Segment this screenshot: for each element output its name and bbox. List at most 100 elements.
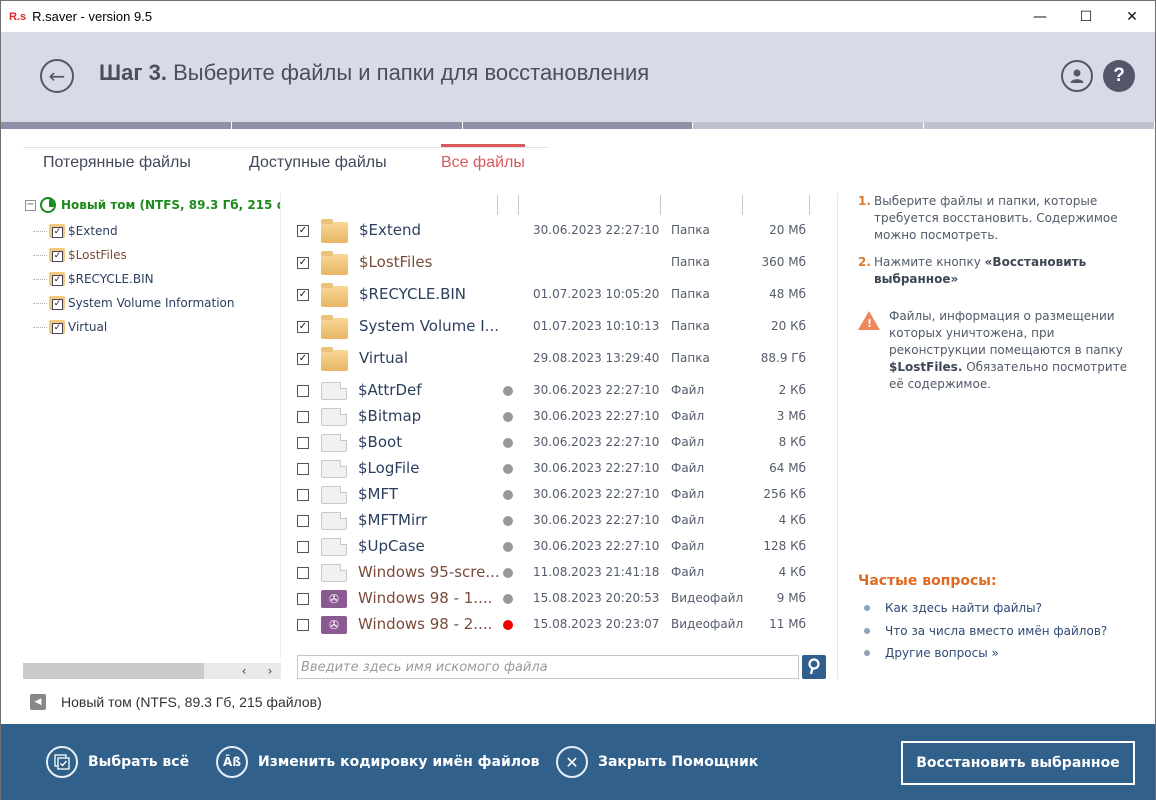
file-type: Папка	[671, 223, 710, 237]
file-size: 8 Кб	[778, 435, 806, 449]
file-checkbox[interactable]: ✓	[297, 225, 309, 237]
file-name[interactable]: $LogFile	[358, 459, 419, 477]
file-name[interactable]: $RECYCLE.BIN	[359, 285, 466, 303]
checkbox[interactable]: ✓	[52, 227, 63, 238]
file-name[interactable]: $MFTMirr	[358, 511, 427, 529]
tree-root-volume[interactable]: − Новый том (NTFS, 89.3 Гб, 215 файлов)	[25, 197, 280, 213]
file-checkbox[interactable]	[297, 619, 309, 631]
file-date: 30.06.2023 22:27:10	[533, 435, 660, 449]
video-file-icon: ✇	[321, 590, 347, 608]
back-button[interactable]: ←	[40, 59, 74, 93]
file-name[interactable]: $UpCase	[358, 537, 425, 555]
file-name[interactable]: System Volume I...	[359, 317, 499, 335]
file-type: Папка	[671, 287, 710, 301]
search-button[interactable]	[802, 655, 826, 679]
column-separator[interactable]	[742, 195, 743, 215]
file-size: 3 Мб	[776, 409, 806, 423]
tree-item[interactable]: ✓ $LostFiles	[33, 246, 127, 264]
file-checkbox[interactable]	[297, 489, 309, 501]
file-checkbox[interactable]: ✓	[297, 257, 309, 269]
file-checkbox[interactable]: ✓	[297, 321, 309, 333]
file-status-indicator	[503, 620, 513, 630]
file-search-input[interactable]	[297, 655, 799, 679]
help-step-2: 2. Нажмите кнопку «Восстановить выбранно…	[858, 255, 1087, 286]
tab-all-files[interactable]: Все файлы	[441, 144, 525, 172]
column-separator[interactable]	[518, 195, 519, 215]
collapse-panel-button[interactable]: ◀	[30, 694, 46, 710]
collapse-icon[interactable]: −	[25, 199, 36, 211]
file-checkbox[interactable]	[297, 411, 309, 423]
file-size: 256 Кб	[763, 487, 806, 501]
file-name[interactable]: $LostFiles	[359, 253, 432, 271]
file-checkbox[interactable]: ✓	[297, 353, 309, 365]
file-name[interactable]: Windows 98 - 1....	[358, 589, 492, 607]
checkbox[interactable]: ✓	[52, 275, 63, 286]
tab-available-files[interactable]: Доступные файлы	[249, 154, 387, 172]
file-checkbox[interactable]: ✓	[297, 289, 309, 301]
checkbox[interactable]: ✓	[52, 323, 63, 334]
account-button[interactable]	[1061, 60, 1093, 92]
file-checkbox[interactable]	[297, 437, 309, 449]
file-checkbox[interactable]	[297, 593, 309, 605]
file-size: 88.9 Гб	[760, 351, 806, 365]
restore-selected-button[interactable]: Восстановить выбранное	[901, 741, 1135, 785]
file-icon	[321, 408, 347, 426]
folder-icon	[321, 251, 348, 275]
scroll-right-arrow[interactable]: ›	[262, 663, 278, 679]
checkbox[interactable]: ✓	[52, 299, 63, 310]
file-date: 29.08.2023 13:29:40	[533, 351, 660, 365]
file-checkbox[interactable]	[297, 567, 309, 579]
tree-horizontal-scrollbar[interactable]: ‹ ›	[23, 663, 281, 679]
folder-icon	[321, 283, 348, 307]
maximize-button[interactable]: ☐	[1063, 1, 1109, 32]
help-button[interactable]: ?	[1103, 60, 1135, 92]
file-status-indicator	[503, 542, 513, 552]
file-name[interactable]: Virtual	[359, 349, 408, 367]
file-name[interactable]: $Boot	[358, 433, 402, 451]
folder-icon	[321, 219, 348, 243]
folder-checkbox-icon[interactable]: ✓	[49, 272, 65, 286]
tab-lost-files[interactable]: Потерянные файлы	[43, 154, 191, 172]
file-name[interactable]: $Bitmap	[358, 407, 421, 425]
faq-link[interactable]: Другие вопросы »	[864, 646, 999, 660]
faq-link[interactable]: Что за числа вместо имён файлов?	[864, 624, 1107, 638]
close-window-button[interactable]: ✕	[1109, 1, 1155, 32]
file-name[interactable]: Windows 95-scre...	[358, 563, 500, 581]
scrollbar-thumb[interactable]	[23, 663, 204, 679]
tree-item[interactable]: ✓ System Volume Information	[33, 294, 234, 312]
checkbox[interactable]: ✓	[52, 251, 63, 262]
close-wizard-button[interactable]: ✕ Закрыть Помощник	[556, 746, 758, 778]
tree-item[interactable]: ✓ $Extend	[33, 222, 118, 240]
folder-checkbox-icon[interactable]: ✓	[49, 224, 65, 238]
step-description: Выберите файлы и папки для восстановлени…	[173, 60, 650, 85]
file-size: 20 Мб	[769, 223, 806, 237]
file-date: 01.07.2023 10:10:13	[533, 319, 660, 333]
column-separator[interactable]	[809, 195, 810, 215]
change-encoding-button[interactable]: Āß Изменить кодировку имён файлов	[216, 746, 540, 778]
file-name[interactable]: $Extend	[359, 221, 421, 239]
file-name[interactable]: Windows 98 - 2....	[358, 615, 492, 633]
file-checkbox[interactable]	[297, 463, 309, 475]
column-separator[interactable]	[497, 195, 498, 215]
file-size: 4 Кб	[778, 513, 806, 527]
tree-item-label: $LostFiles	[68, 248, 127, 262]
file-status-indicator	[503, 568, 513, 578]
tree-item[interactable]: ✓ $RECYCLE.BIN	[33, 270, 154, 288]
select-all-button[interactable]: Выбрать всё	[46, 746, 189, 778]
folder-checkbox-icon[interactable]: ✓	[49, 248, 65, 262]
file-icon	[321, 460, 347, 478]
file-checkbox[interactable]	[297, 515, 309, 527]
faq-link[interactable]: Как здесь найти файлы?	[864, 601, 1042, 615]
scroll-left-arrow[interactable]: ‹	[236, 663, 252, 679]
minimize-button[interactable]: —	[1017, 1, 1063, 32]
column-separator[interactable]	[660, 195, 661, 215]
file-icon	[321, 434, 347, 452]
tree-item[interactable]: ✓ Virtual	[33, 318, 107, 336]
folder-checkbox-icon[interactable]: ✓	[49, 296, 65, 310]
file-status-indicator	[503, 464, 513, 474]
file-name[interactable]: $AttrDef	[358, 381, 422, 399]
file-checkbox[interactable]	[297, 541, 309, 553]
file-name[interactable]: $MFT	[358, 485, 398, 503]
file-checkbox[interactable]	[297, 385, 309, 397]
folder-checkbox-icon[interactable]: ✓	[49, 320, 65, 334]
